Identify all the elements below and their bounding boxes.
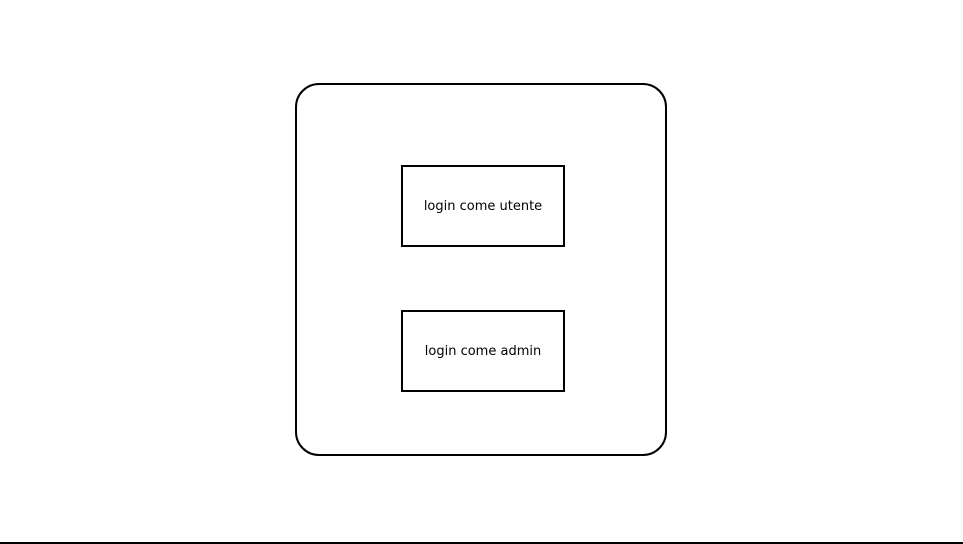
login-admin-label: login come admin: [424, 343, 542, 359]
login-panel: [295, 83, 667, 456]
login-user-label: login come utente: [423, 198, 543, 214]
login-user-button[interactable]: login come utente: [401, 165, 565, 247]
login-admin-button[interactable]: login come admin: [401, 310, 565, 392]
